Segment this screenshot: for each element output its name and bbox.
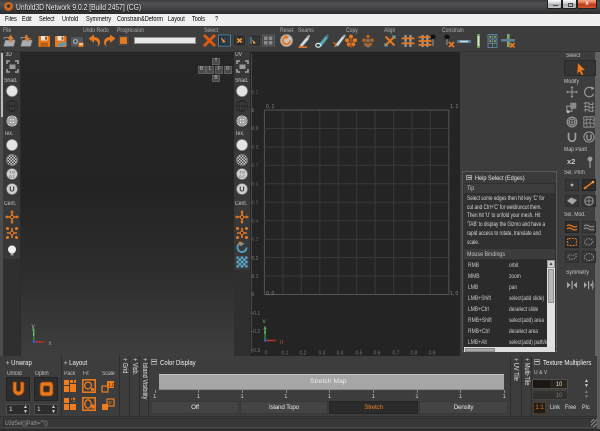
- svg-text:0.8: 0.8: [252, 145, 259, 151]
- svg-text:1, 1: 1, 1: [450, 104, 459, 110]
- svg-text:x: x: [49, 340, 53, 347]
- svg-text:0.7: 0.7: [9, 174, 15, 179]
- svg-text:1: 1: [252, 108, 255, 114]
- svg-text:0, 1: 0, 1: [266, 104, 275, 110]
- svg-text:1.0: 1.0: [108, 383, 115, 389]
- svg-text:0.9: 0.9: [252, 126, 259, 132]
- svg-text:0.6: 0.6: [252, 182, 259, 188]
- svg-text:-0.1: -0.1: [252, 311, 261, 317]
- svg-text:U: U: [239, 184, 244, 193]
- svg-text:-0.2: -0.2: [252, 329, 261, 335]
- svg-text:u: u: [280, 339, 284, 346]
- svg-text:0.5: 0.5: [252, 200, 259, 206]
- svg-text:0.3: 0.3: [252, 237, 259, 243]
- svg-text:0.7: 0.7: [239, 174, 245, 179]
- svg-text:0: 0: [252, 292, 255, 298]
- svg-text:U: U: [9, 184, 14, 193]
- svg-text:1, 0: 1, 0: [450, 291, 459, 297]
- svg-text:0.7: 0.7: [252, 163, 259, 169]
- svg-text:0.2: 0.2: [252, 256, 259, 262]
- svg-text:0.1: 0.1: [252, 274, 259, 280]
- svg-text:0.4: 0.4: [252, 219, 259, 225]
- svg-text:1.1: 1.1: [252, 90, 259, 96]
- svg-text:0, 0: 0, 0: [266, 291, 275, 297]
- svg-text:-0.3: -0.3: [252, 348, 261, 354]
